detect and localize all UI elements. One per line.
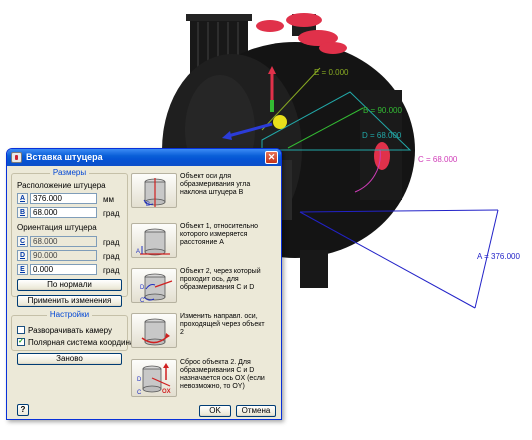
svg-text:A: A: [136, 249, 140, 255]
help-button[interactable]: ?: [17, 404, 29, 416]
reset-object-2-desc: Сброс объекта 2. Для образмеривания C и …: [180, 359, 265, 390]
pick-a-icon[interactable]: A: [17, 193, 28, 204]
svg-text:D: D: [140, 285, 145, 291]
reset-object-2-button[interactable]: D C OX: [131, 359, 177, 397]
red-cap-4: [319, 42, 347, 54]
e-angle-input[interactable]: [30, 264, 97, 275]
close-icon: ✕: [267, 152, 276, 162]
cylinder-distance-icon: A: [136, 228, 170, 256]
axis-object-desc: Объект оси для образмеривания угла накло…: [180, 173, 251, 196]
insert-nozzle-dialog: Вставка штуцера ✕ Размеры Расположение ш…: [6, 148, 282, 420]
app-icon: [11, 152, 22, 163]
dim-label-a: A = 376.000: [477, 252, 520, 261]
svg-text:OX: OX: [162, 389, 171, 395]
d-unit: град: [103, 252, 120, 261]
e-unit: град: [103, 266, 120, 275]
vessel-leg: [300, 250, 328, 288]
b-angle-input[interactable]: [30, 207, 97, 218]
close-button[interactable]: ✕: [265, 151, 278, 164]
normal-button[interactable]: По нормали: [17, 279, 122, 291]
pick-c-icon[interactable]: C: [17, 236, 28, 247]
sizes-title: Размеры: [49, 168, 90, 177]
polar-label[interactable]: Полярная система координат: [28, 338, 138, 347]
red-cap-5: [374, 142, 390, 170]
red-cap-2: [286, 13, 322, 27]
polar-checkbox[interactable]: ✓: [17, 338, 25, 346]
cylinder-axis-icon: B: [143, 178, 166, 208]
d-angle-input[interactable]: [30, 250, 97, 261]
pick-d-icon[interactable]: D: [17, 250, 28, 261]
change-axis-button[interactable]: [131, 313, 177, 348]
c-angle-input[interactable]: [30, 236, 97, 247]
pick-e-icon[interactable]: E: [17, 264, 28, 275]
svg-text:C: C: [137, 390, 142, 396]
svg-text:C: C: [140, 298, 145, 304]
location-label: Расположение штуцера: [17, 181, 106, 190]
dim-label-d: D = 68.000: [362, 131, 402, 140]
b-unit: град: [103, 209, 120, 218]
axis-object-button[interactable]: B: [131, 173, 177, 208]
dim-label-c: C = 68.000: [418, 155, 458, 164]
cylinder-angles-icon: D C: [140, 273, 173, 304]
object-1-button[interactable]: A: [131, 223, 177, 258]
rotate-camera-label[interactable]: Разворачивать камеру: [28, 326, 112, 335]
dialog-titlebar[interactable]: Вставка штуцера ✕: [7, 149, 281, 166]
c-unit: град: [103, 238, 120, 247]
cancel-button[interactable]: Отмена: [236, 405, 276, 417]
pick-b-icon[interactable]: B: [17, 207, 28, 218]
again-button[interactable]: Заново: [17, 353, 122, 365]
object-2-desc: Объект 2, через который проходит ось, дл…: [180, 268, 261, 291]
checkmark-icon: ✓: [18, 338, 24, 345]
a-unit: мм: [103, 195, 114, 204]
vessel-top-box-rim: [186, 14, 252, 21]
apply-button[interactable]: Применить изменения: [17, 295, 122, 307]
gizmo-center-ball[interactable]: [273, 115, 287, 129]
dialog-title: Вставка штуцера: [26, 152, 103, 162]
settings-title: Настройки: [46, 310, 93, 319]
svg-text:B: B: [146, 202, 150, 208]
object-2-button[interactable]: D C: [131, 268, 177, 304]
rotate-camera-checkbox[interactable]: [17, 326, 25, 334]
object-1-desc: Объект 1, относительно которого измеряет…: [180, 223, 258, 246]
rotate-axis-icon: [141, 318, 170, 346]
change-axis-desc: Изменить направл. оси, проходящей через …: [180, 313, 265, 336]
svg-text:D: D: [137, 377, 142, 383]
dim-label-b: B = 90.000: [363, 106, 402, 115]
orientation-label: Ориентация штуцера: [17, 223, 97, 232]
dim-label-e: E = 0.000: [314, 68, 349, 77]
cylinder-ox-icon: D C OX: [137, 363, 171, 396]
red-cap-1: [256, 20, 284, 32]
ok-button[interactable]: OK: [199, 405, 231, 417]
a-distance-input[interactable]: [30, 193, 97, 204]
